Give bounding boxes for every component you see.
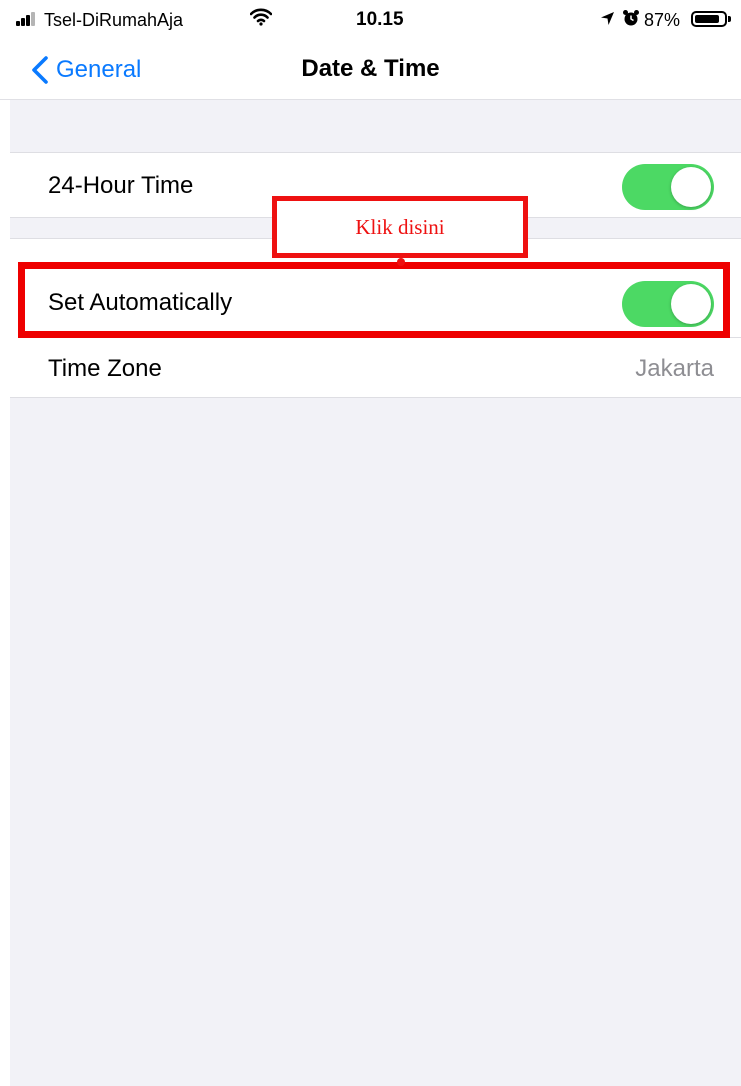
battery-percent: 87% xyxy=(644,10,681,30)
status-bar: Tsel-DiRumahAja 10.15 87% xyxy=(0,0,741,40)
toggle-knob xyxy=(671,167,711,207)
wifi-icon xyxy=(250,8,272,26)
location-icon xyxy=(601,12,614,25)
annotation-highlight-box xyxy=(18,262,730,338)
toggle-24-hour-time[interactable] xyxy=(622,164,714,210)
annotation-callout: Klik disini xyxy=(272,196,528,258)
time-zone-value: Jakarta xyxy=(635,355,714,382)
signal-icon xyxy=(16,12,38,26)
carrier-name: Tsel-DiRumahAja xyxy=(44,10,184,30)
page-title: Date & Time xyxy=(301,55,440,82)
settings-screen: Tsel-DiRumahAja 10.15 87% General Date &… xyxy=(0,0,741,1086)
battery-icon xyxy=(691,10,741,30)
battery-fill xyxy=(695,15,720,23)
annotation-pointer xyxy=(397,258,405,266)
row-time-zone[interactable]: Time Zone Jakarta xyxy=(10,335,741,401)
status-time: 10.15 xyxy=(356,9,404,30)
row-label-24-hour-time: 24-Hour Time xyxy=(48,172,194,199)
row-label-time-zone: Time Zone xyxy=(48,355,162,382)
navigation-bar: General Date & Time xyxy=(0,40,741,100)
alarm-icon xyxy=(623,10,639,26)
